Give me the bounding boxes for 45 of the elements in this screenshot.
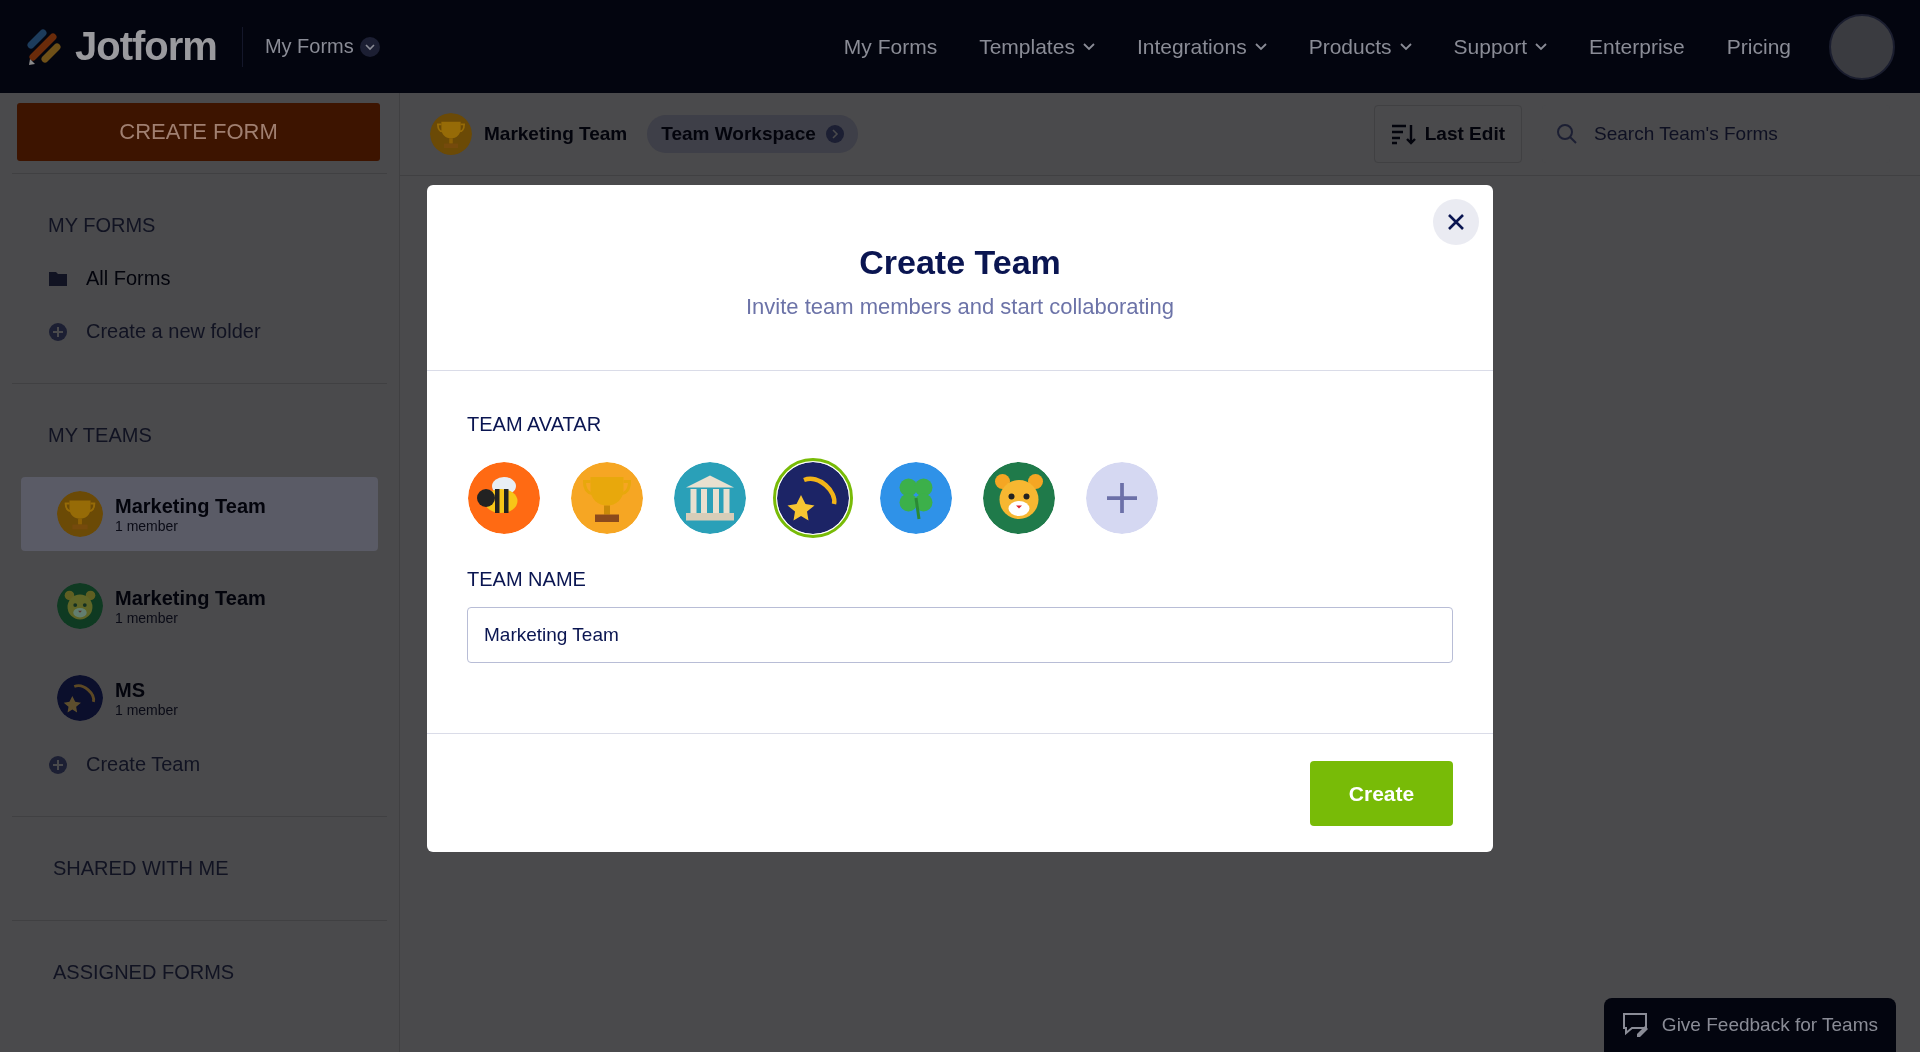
member-count: 1 member <box>115 701 179 718</box>
section-heading: MY TEAMS <box>48 424 152 447</box>
member-count: 1 member <box>115 517 180 534</box>
feedback-icon <box>1621 1012 1650 1038</box>
field-label: TEAM AVATAR <box>467 413 602 436</box>
close-icon <box>1447 213 1465 231</box>
nav-link[interactable]: Pricing <box>1726 34 1791 59</box>
nav-link[interactable]: My Forms <box>843 34 938 59</box>
logo-text[interactable]: Jotform <box>75 24 217 69</box>
nav-link[interactable]: Integrations <box>1136 34 1267 59</box>
workspace-menu[interactable]: My Forms <box>264 35 380 58</box>
plus-circle-icon <box>48 754 68 775</box>
feedback-button[interactable]: Give Feedback for Teams <box>1603 998 1896 1052</box>
nav-link[interactable]: Products <box>1308 34 1412 59</box>
team-name: MS <box>115 678 146 702</box>
chevron-right-icon <box>825 125 844 143</box>
nav-link[interactable]: Templates <box>979 34 1095 59</box>
sidebar-item[interactable]: All Forms <box>48 267 171 290</box>
team-name: Marketing Team <box>115 494 266 518</box>
team-name-field[interactable]: Marketing Team <box>467 607 1453 663</box>
dialog-title: Create Team <box>859 243 1061 282</box>
team-name: Marketing Team <box>484 123 628 145</box>
search-field[interactable]: Search Team's Forms <box>1592 122 1836 146</box>
team-item[interactable]: Marketing Team 1 member <box>21 569 378 643</box>
trophy-icon <box>437 121 465 148</box>
team-name: Marketing Team <box>115 586 266 610</box>
nav-link[interactable]: Support <box>1453 34 1548 59</box>
search-icon <box>1556 123 1578 145</box>
shooting-star-icon <box>63 684 95 713</box>
team-item[interactable]: Marketing Team 1 member <box>21 477 378 551</box>
field-label: TEAM NAME <box>467 568 586 591</box>
dialog-subtitle: Invite team members and start collaborating <box>746 294 1174 320</box>
plus-circle-icon <box>48 321 68 342</box>
create-form-button[interactable]: CREATE FORM <box>17 103 380 161</box>
member-count: 1 member <box>115 609 180 626</box>
close-button[interactable] <box>1433 199 1479 245</box>
nav-link[interactable]: Enterprise <box>1589 34 1685 59</box>
team-item[interactable]: MS 1 member <box>21 661 378 735</box>
sort-button[interactable]: Last Edit <box>1373 105 1522 163</box>
shooting-star-icon <box>787 476 837 521</box>
section-heading: MY FORMS <box>48 214 156 237</box>
create-button[interactable]: Create <box>1310 761 1453 826</box>
sort-icon <box>1390 123 1417 145</box>
trophy-icon <box>64 500 96 530</box>
chevron-down-icon <box>359 36 380 57</box>
